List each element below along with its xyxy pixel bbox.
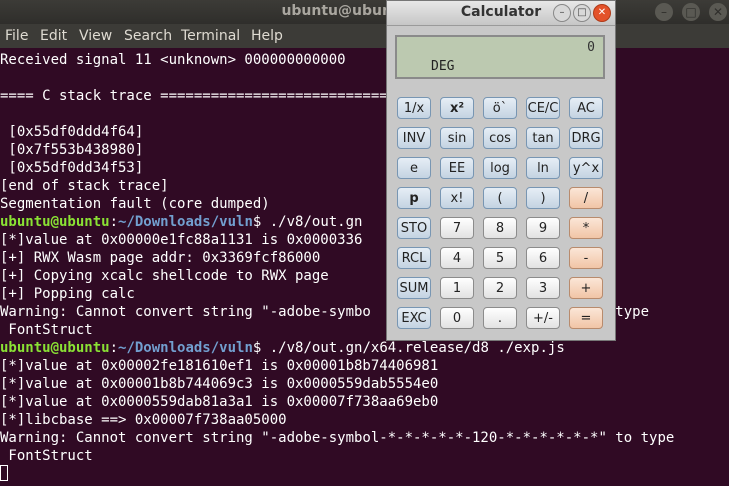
key-exponent-button[interactable]: EE [440, 157, 474, 179]
terminal-menubar: File Edit View Search Terminal Help [0, 24, 729, 48]
prompt-path: ~/Downloads/vuln [118, 214, 253, 230]
output-line: FontStruct [0, 448, 93, 464]
key-open-paren-button[interactable]: ( [483, 187, 517, 209]
key-digit-3-button[interactable]: 3 [526, 277, 560, 299]
calc-close-icon[interactable]: ✕ [593, 4, 611, 22]
command-text: ./v8/out.gn [261, 214, 363, 230]
key-multiply-button[interactable]: * [569, 217, 603, 239]
key-clear-entry-button[interactable]: CE/C [526, 97, 560, 119]
key-square-button[interactable]: x² [440, 97, 474, 119]
calculator-display: 0 DEG [395, 35, 605, 79]
menu-help[interactable]: Help [251, 28, 283, 44]
key-equals-button[interactable]: = [569, 307, 603, 329]
text-cursor [0, 465, 8, 481]
key-tangent-button[interactable]: tan [526, 127, 560, 149]
prompt-line: ubuntu@ubuntu:~/Downloads/vuln$ ./v8/out… [0, 339, 565, 357]
menu-terminal[interactable]: Terminal [181, 28, 240, 44]
key-digit-1-button[interactable]: 1 [440, 277, 474, 299]
display-value: 0 [587, 40, 595, 55]
output-line: [*]libcbase ==> 0x00007f738aa05000 [0, 412, 287, 428]
close-icon[interactable]: ✕ [709, 3, 727, 21]
angle-mode-indicator: DEG [431, 59, 455, 74]
prompt-separator: : [109, 340, 119, 356]
key-inverse-button[interactable]: INV [397, 127, 431, 149]
menu-search[interactable]: Search [124, 28, 172, 44]
key-recall-button[interactable]: RCL [397, 247, 431, 269]
calc-minimize-icon[interactable]: – [553, 4, 571, 22]
key-euler-button[interactable]: e [397, 157, 431, 179]
output-line: [*]value at 0x0000559dab81a3a1 is 0x0000… [0, 394, 439, 410]
minimize-icon[interactable]: – [655, 3, 673, 21]
calculator-window: Calculator – □ ✕ 0 DEG 1/x x² ö` CE/C AC INV s… [386, 0, 616, 341]
key-digit-5-button[interactable]: 5 [483, 247, 517, 269]
key-sum-button[interactable]: SUM [397, 277, 431, 299]
key-digit-9-button[interactable]: 9 [526, 217, 560, 239]
prompt-separator: : [109, 214, 119, 230]
menu-file[interactable]: File [5, 28, 28, 44]
key-divide-button[interactable]: / [569, 187, 603, 209]
command-text: ./v8/out.gn/x64.release/d8 ./exp.js [261, 340, 565, 356]
key-digit-7-button[interactable]: 7 [440, 217, 474, 239]
output-line: [0x55df0dd34f53] [0, 160, 144, 176]
key-all-clear-button[interactable]: AC [569, 97, 603, 119]
key-subtract-button[interactable]: - [569, 247, 603, 269]
key-natural-log-button[interactable]: ln [526, 157, 560, 179]
key-reciprocal-button[interactable]: 1/x [397, 97, 431, 119]
key-power-button[interactable]: y^x [569, 157, 603, 179]
maximize-icon[interactable]: □ [682, 3, 700, 21]
output-line: [*]value at 0x00002fe181610ef1 is 0x0000… [0, 358, 439, 374]
output-line: [0x7f553b438980] [0, 142, 144, 158]
key-digit-4-button[interactable]: 4 [440, 247, 474, 269]
output-line: [+] Popping calc [0, 286, 135, 302]
key-sine-button[interactable]: sin [440, 127, 474, 149]
key-cosine-button[interactable]: cos [483, 127, 517, 149]
key-degrees-minutes-button[interactable]: ö` [483, 97, 517, 119]
key-digit-8-button[interactable]: 8 [483, 217, 517, 239]
output-line: [*]value at 0x00000e1fc88a1131 is 0x0000… [0, 232, 363, 248]
key-factorial-button[interactable]: x! [440, 187, 474, 209]
key-drg-mode-button[interactable]: DRG [569, 127, 603, 149]
calc-maximize-icon[interactable]: □ [573, 4, 591, 22]
cursor-line [0, 465, 8, 483]
key-digit-6-button[interactable]: 6 [526, 247, 560, 269]
key-digit-2-button[interactable]: 2 [483, 277, 517, 299]
key-digit-0-button[interactable]: 0 [440, 307, 474, 329]
terminal-output[interactable]: Received signal 11 <unknown> 00000000000… [0, 51, 729, 486]
output-line: [end of stack trace] [0, 178, 169, 194]
key-negate-button[interactable]: +/- [526, 307, 560, 329]
output-line: [+] Copying xcalc shellcode to RWX page [0, 268, 329, 284]
key-store-button[interactable]: STO [397, 217, 431, 239]
key-add-button[interactable]: + [569, 277, 603, 299]
prompt-user: ubuntu@ubuntu [0, 214, 110, 230]
menu-edit[interactable]: Edit [40, 28, 67, 44]
key-exchange-button[interactable]: EXC [397, 307, 431, 329]
terminal-titlebar: ubuntu@ubuntu: ~/D – □ ✕ [0, 0, 729, 24]
key-log-button[interactable]: log [483, 157, 517, 179]
key-decimal-button[interactable]: . [483, 307, 517, 329]
output-line: ==== C stack trace =====================… [0, 88, 422, 104]
output-line: [*]value at 0x00001b8b744069c3 is 0x0000… [0, 376, 439, 392]
key-pi-button[interactable]: p [397, 187, 431, 209]
prompt-user: ubuntu@ubuntu [0, 340, 110, 356]
output-line: Segmentation fault (core dumped) [0, 196, 270, 212]
output-line: [0x55df0ddd4f64] [0, 124, 144, 140]
output-line: Warning: Cannot convert string "-adobe-s… [0, 430, 675, 446]
output-line: [+] RWX Wasm page addr: 0x3369fcf86000 [0, 250, 321, 266]
key-close-paren-button[interactable]: ) [526, 187, 560, 209]
terminal-title: ubuntu@ubuntu: ~/D [281, 3, 448, 19]
output-line: Received signal 11 <unknown> 00000000000… [0, 52, 346, 68]
output-line: FontStruct [0, 322, 93, 338]
prompt-line: ubuntu@ubuntu:~/Downloads/vuln$ ./v8/out… [0, 213, 362, 231]
prompt-path: ~/Downloads/vuln [118, 340, 253, 356]
menu-view[interactable]: View [79, 28, 112, 44]
calculator-titlebar: Calculator – □ ✕ [387, 1, 615, 26]
